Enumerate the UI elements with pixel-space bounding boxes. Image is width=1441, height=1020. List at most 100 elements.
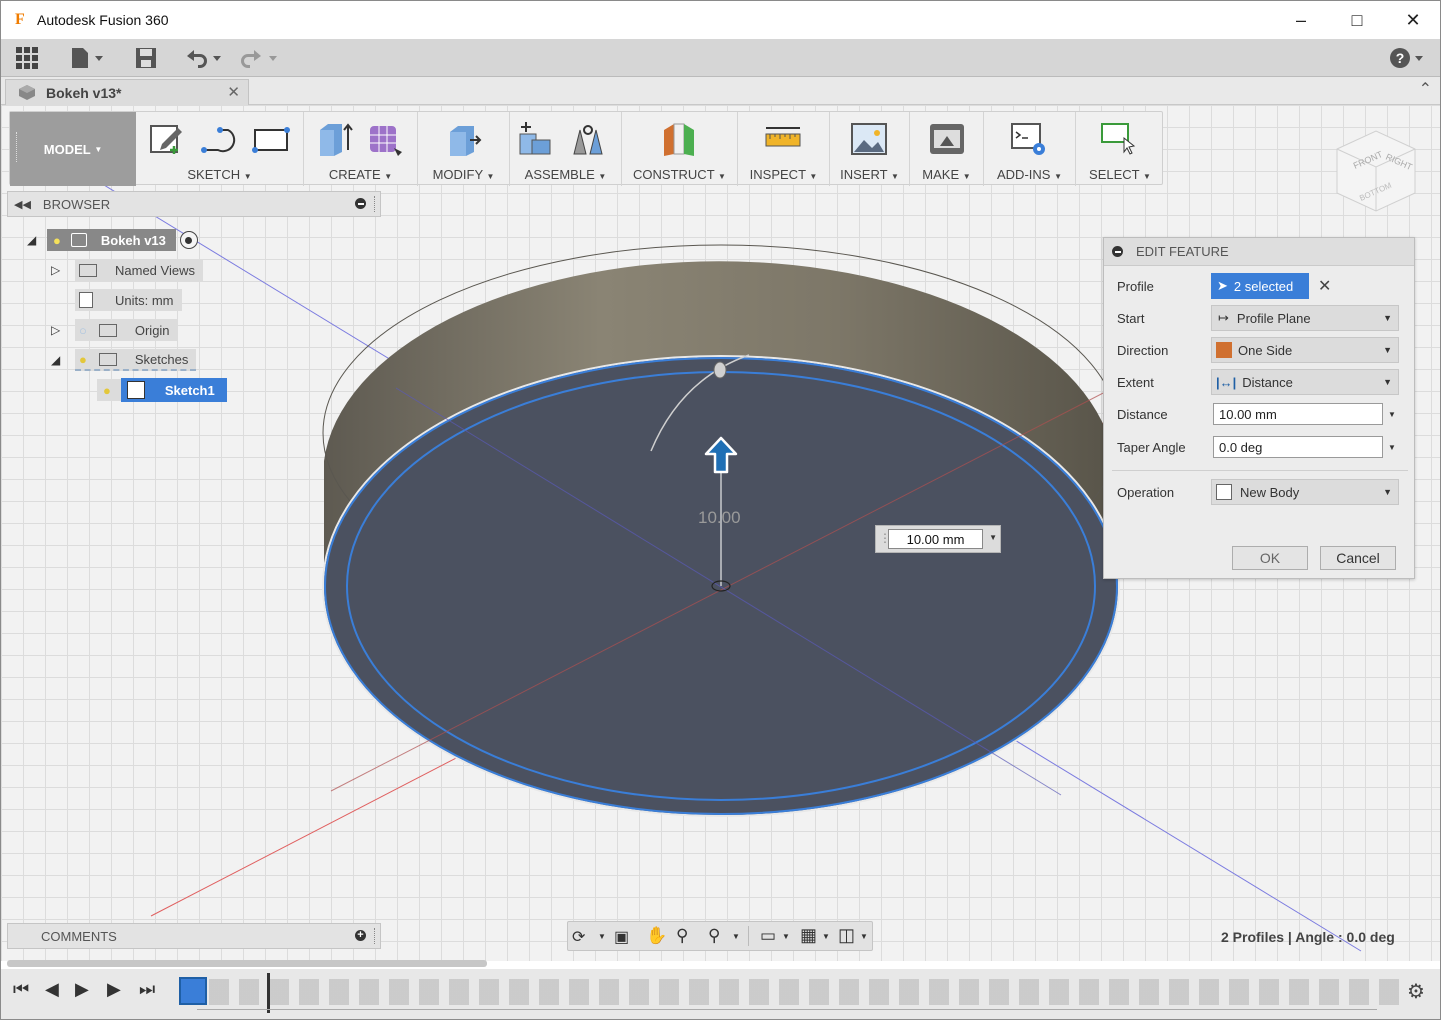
- go-to-start-icon[interactable]: ⏮: [13, 979, 29, 1000]
- distance-dropdown-icon[interactable]: ▼: [1388, 410, 1396, 419]
- start-select[interactable]: ↦ Profile Plane ▼: [1211, 305, 1399, 331]
- look-at-icon[interactable]: ▣: [614, 927, 629, 947]
- zoom-icon[interactable]: ⚲: [676, 926, 688, 946]
- go-to-end-icon[interactable]: ⏭: [139, 979, 155, 1000]
- extent-label: Extent: [1117, 374, 1154, 390]
- workspace-switcher[interactable]: MODEL ▼: [10, 112, 136, 186]
- sketch-group[interactable]: SKETCH ▼: [136, 112, 304, 186]
- orbit-dropdown-icon[interactable]: ▼: [598, 932, 606, 941]
- form-tool-icon[interactable]: [366, 120, 404, 158]
- collapse-dialog-icon[interactable]: [1112, 246, 1123, 257]
- clear-selection-icon[interactable]: ✕: [1318, 276, 1331, 296]
- undo-icon[interactable]: [183, 45, 225, 71]
- display-settings-icon[interactable]: ▭: [760, 926, 776, 946]
- inspect-group[interactable]: INSPECT ▼: [738, 112, 830, 186]
- visibility-bulb-off-icon[interactable]: ○: [79, 323, 87, 338]
- insert-group[interactable]: INSERT ▼: [830, 112, 910, 186]
- operation-select[interactable]: New Body ▼: [1211, 479, 1399, 505]
- expand-triangle-icon[interactable]: ▷: [51, 323, 75, 337]
- cancel-button[interactable]: Cancel: [1320, 546, 1396, 570]
- distance-input[interactable]: 10.00 mm: [1213, 403, 1383, 425]
- distance-floating-input[interactable]: 10.00 mm: [888, 529, 983, 549]
- offset-plane-icon[interactable]: [660, 120, 698, 158]
- measure-icon[interactable]: [764, 120, 802, 158]
- fit-zoom-icon[interactable]: ⚲: [708, 926, 720, 946]
- 3d-print-icon[interactable]: [928, 120, 966, 158]
- create-sketch-icon[interactable]: [148, 120, 186, 158]
- activate-radio-icon[interactable]: [179, 231, 198, 249]
- expand-triangle-icon[interactable]: ◢: [27, 233, 47, 247]
- maximize-button[interactable]: □: [1329, 1, 1385, 39]
- step-forward-icon[interactable]: ▶: [107, 979, 121, 1000]
- comments-header[interactable]: COMMENTS +: [7, 923, 381, 949]
- zoom-dropdown-icon[interactable]: ▼: [732, 932, 740, 941]
- press-pull-icon[interactable]: [444, 120, 482, 158]
- timeline-sketch-item[interactable]: [179, 977, 207, 1005]
- minimize-button[interactable]: –: [1273, 1, 1329, 39]
- browser-header[interactable]: ◀◀ BROWSER: [7, 191, 381, 217]
- orbit-icon[interactable]: ⟳: [572, 927, 585, 947]
- extrude-tool-icon[interactable]: [316, 120, 354, 158]
- add-ins-group[interactable]: ADD-INS ▼: [984, 112, 1076, 186]
- tree-item-origin[interactable]: ▷ ○ Origin: [51, 318, 178, 342]
- viewports-dropdown-icon[interactable]: ▼: [860, 932, 868, 941]
- ok-button[interactable]: OK: [1232, 546, 1308, 570]
- rectangle-tool-icon[interactable]: [252, 120, 290, 158]
- browser-pin-icon[interactable]: [355, 198, 366, 209]
- visibility-bulb-icon[interactable]: ●: [103, 383, 111, 398]
- add-comment-icon[interactable]: +: [355, 930, 366, 941]
- expand-triangle-icon[interactable]: ▷: [51, 263, 75, 277]
- visibility-bulb-icon[interactable]: ●: [53, 233, 61, 248]
- select-group[interactable]: SELECT ▼: [1076, 112, 1164, 186]
- grid-dropdown-icon[interactable]: ▼: [822, 932, 830, 941]
- create-group[interactable]: CREATE ▼: [304, 112, 418, 186]
- timeline-marker[interactable]: [267, 973, 270, 1013]
- file-menu-icon[interactable]: [69, 45, 105, 71]
- make-group[interactable]: MAKE ▼: [910, 112, 984, 186]
- joint-icon[interactable]: [570, 120, 608, 158]
- select-cursor-icon[interactable]: [1100, 120, 1138, 158]
- insert-image-icon[interactable]: [850, 120, 888, 158]
- document-tab[interactable]: Bokeh v13* ✕: [5, 79, 249, 105]
- tree-item-units[interactable]: Units: mm: [75, 288, 182, 312]
- modify-group[interactable]: MODIFY ▼: [418, 112, 510, 186]
- tree-item-sketches[interactable]: ◢ ● Sketches: [51, 348, 197, 372]
- tree-item-root[interactable]: ◢ ● Bokeh v13: [27, 228, 198, 252]
- pan-hand-icon[interactable]: ✋: [646, 926, 667, 946]
- extrude-arrow-icon[interactable]: [704, 436, 738, 477]
- tree-item-named-views[interactable]: ▷ Named Views: [51, 258, 203, 282]
- timeline-settings-gear-icon[interactable]: ⚙: [1407, 979, 1425, 1004]
- collapse-browser-icon[interactable]: ◀◀: [14, 198, 31, 211]
- collapse-chevron-icon[interactable]: ⌃: [1419, 79, 1432, 99]
- direction-select[interactable]: One Side ▼: [1211, 337, 1399, 363]
- horizontal-scrollbar[interactable]: [7, 960, 487, 967]
- help-icon[interactable]: ?: [1389, 45, 1429, 71]
- taper-dropdown-icon[interactable]: ▼: [1388, 443, 1396, 452]
- viewports-icon[interactable]: ◫: [838, 925, 855, 946]
- visibility-bulb-icon[interactable]: ●: [79, 352, 87, 367]
- redo-icon[interactable]: [239, 45, 281, 71]
- play-icon[interactable]: ▶: [75, 979, 89, 1000]
- step-back-icon[interactable]: ◀: [45, 979, 59, 1000]
- assemble-group[interactable]: ASSEMBLE ▼: [510, 112, 622, 186]
- grid-settings-icon[interactable]: ▦: [800, 925, 817, 946]
- new-body-icon: [1216, 484, 1232, 500]
- scripts-addins-icon[interactable]: [1010, 120, 1048, 158]
- profile-selection-button[interactable]: ➤ 2 selected: [1211, 273, 1309, 299]
- save-icon[interactable]: [135, 45, 157, 71]
- timeline-feature-strip[interactable]: [209, 979, 1399, 1005]
- data-panel-grid-icon[interactable]: [15, 45, 39, 71]
- construct-group[interactable]: CONSTRUCT ▼: [622, 112, 738, 186]
- line-tool-icon[interactable]: [200, 120, 238, 158]
- extent-select[interactable]: |↔| Distance ▼: [1211, 369, 1399, 395]
- close-window-button[interactable]: ✕: [1385, 1, 1440, 39]
- new-component-icon[interactable]: [516, 120, 554, 158]
- taper-input[interactable]: 0.0 deg: [1213, 436, 1383, 458]
- close-tab-icon[interactable]: ✕: [227, 83, 240, 101]
- edit-feature-header[interactable]: EDIT FEATURE: [1104, 238, 1414, 266]
- display-dropdown-icon[interactable]: ▼: [782, 932, 790, 941]
- tree-item-sketch1[interactable]: ● Sketch1: [97, 378, 227, 402]
- viewcube[interactable]: FRONT RIGHT BOTTOM: [1331, 119, 1421, 218]
- distance-floating-dropdown-icon[interactable]: ▼: [989, 533, 997, 542]
- expand-triangle-icon[interactable]: ◢: [51, 353, 75, 367]
